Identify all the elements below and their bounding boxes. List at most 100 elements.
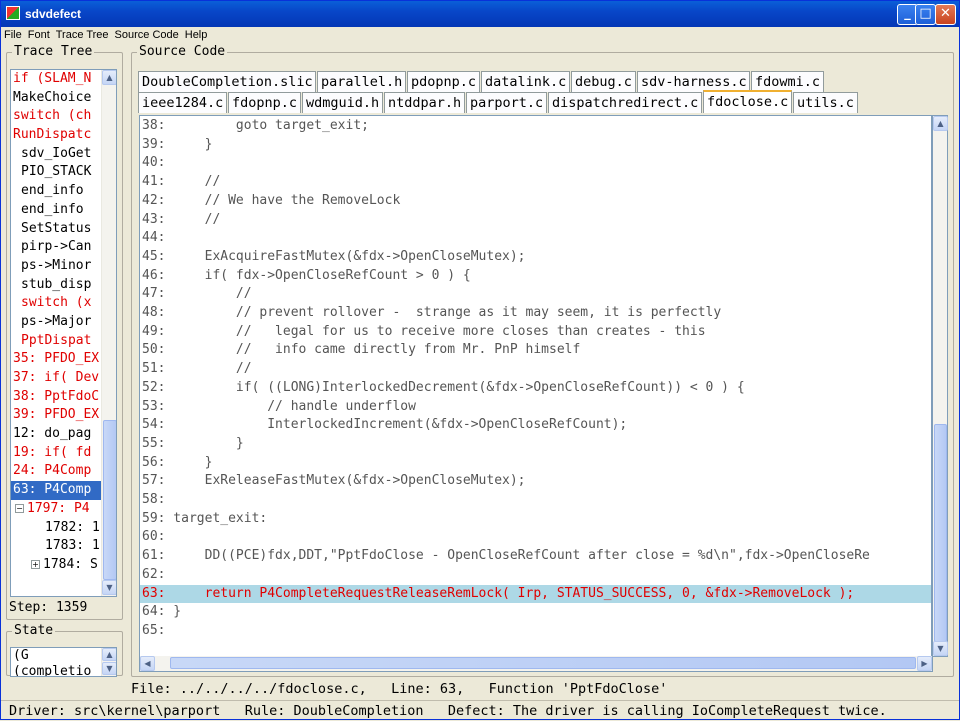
trace-tree-item[interactable]: end_info	[11, 201, 101, 220]
trace-tree-item[interactable]: switch (ch	[11, 107, 101, 126]
trace-tree-item[interactable]: ps->Major	[11, 313, 101, 332]
trace-tree-item[interactable]: switch (x	[11, 294, 101, 313]
trace-tree-list[interactable]: if (SLAM_N MakeChoice switch (ch RunDispatc…	[10, 69, 117, 597]
maximize-icon: □	[919, 6, 932, 21]
scroll-up-icon[interactable]: ▲	[933, 116, 948, 131]
tab-parport-c[interactable]: parport.c	[466, 92, 547, 113]
scroll-left-icon[interactable]: ◀	[140, 656, 155, 671]
code-line: 52: if( ((LONG)InterlockedDecrement(&fdx…	[142, 379, 745, 395]
trace-tree-scrollbar[interactable]: ▲ ▼	[101, 70, 116, 596]
tab-datalink-c[interactable]: datalink.c	[481, 71, 570, 92]
scroll-down-icon[interactable]: ▼	[933, 641, 948, 656]
tab-ieee1284-c[interactable]: ieee1284.c	[138, 92, 227, 113]
title-bar[interactable]: sdvdefect _ □ ✕	[1, 1, 959, 27]
tab-fdopnp-c[interactable]: fdopnp.c	[228, 92, 301, 113]
code-line: 54: InterlockedIncrement(&fdx->OpenClose…	[142, 417, 628, 433]
tab-dispatchredirect-c[interactable]: dispatchredirect.c	[548, 92, 702, 113]
tab-doublecompletion-slic[interactable]: DoubleCompletion.slic	[138, 71, 316, 92]
tab-sdv-harness-c[interactable]: sdv-harness.c	[637, 71, 750, 92]
code-line: 50: // info came directly from Mr. PnP h…	[142, 342, 581, 358]
file-status: File: ../../../../fdoclose.c, Line: 63, …	[131, 681, 668, 697]
trace-tree-item[interactable]: sdv_IoGet	[11, 145, 101, 164]
menu-trace-tree[interactable]: Trace Tree	[53, 27, 112, 43]
code-line: 53: // handle underflow	[142, 398, 416, 414]
trace-tree-subitem[interactable]: −1797: P4	[11, 500, 101, 519]
trace-tree-item[interactable]: 35: PFDO_EX	[11, 350, 101, 369]
app-icon	[6, 6, 20, 20]
tab-fdoclose-c[interactable]: fdoclose.c	[703, 90, 792, 113]
code-line: 40:	[142, 155, 166, 171]
state-scrollbar[interactable]: ▲ ▼	[101, 648, 116, 676]
scroll-right-icon[interactable]: ▶	[917, 656, 932, 671]
tab-pdopnp-c[interactable]: pdopnp.c	[407, 71, 480, 92]
code-line: 61: DD((PCE)fdx,DDT,"PptFdoClose - OpenC…	[142, 548, 870, 564]
trace-tree-subitem-label: 1784: S	[43, 556, 98, 572]
menu-file[interactable]: File	[1, 27, 25, 43]
tab-debug-c[interactable]: debug.c	[571, 71, 636, 92]
trace-tree-subitem[interactable]: 1782: 1	[11, 519, 101, 538]
code-line: 49: // legal for us to receive more clos…	[142, 323, 706, 339]
menu-source-code[interactable]: Source Code	[112, 27, 182, 43]
trace-tree-item[interactable]: if (SLAM_N	[11, 70, 101, 89]
trace-tree-item[interactable]: ps->Minor	[11, 257, 101, 276]
trace-tree-item[interactable]: pirp->Can	[11, 238, 101, 257]
app-window: sdvdefect _ □ ✕ File Font Trace Tree Source…	[0, 0, 960, 720]
trace-tree-item[interactable]: MakeChoice	[11, 89, 101, 108]
trace-tree-item[interactable]: 19: if( fd	[11, 444, 101, 463]
expand-icon[interactable]: +	[31, 559, 40, 569]
code-line: 47: //	[142, 286, 252, 302]
code-line: 38: goto target_exit;	[142, 118, 369, 133]
trace-tree-item[interactable]: PIO_STACK	[11, 163, 101, 182]
tab-utils-c[interactable]: utils.c	[793, 92, 858, 113]
code-line: 55: }	[142, 435, 244, 451]
trace-tree-subitem[interactable]: 1783: 1	[11, 537, 101, 556]
trace-tree-item[interactable]: 38: PptFdoC	[11, 388, 101, 407]
trace-tree-item[interactable]: 37: if( Dev	[11, 369, 101, 388]
tab-ntddpar-h[interactable]: ntddpar.h	[384, 92, 465, 113]
trace-tree-subitem-label: 1782: 1	[45, 519, 100, 535]
code-line: 59: target_exit:	[142, 510, 268, 526]
code-line: 65:	[142, 622, 166, 638]
trace-tree-subitem-label: 1797: P4	[27, 500, 90, 516]
scroll-down-icon[interactable]: ▼	[102, 662, 116, 675]
scroll-up-icon[interactable]: ▲	[102, 70, 116, 85]
code-view[interactable]: 38: goto target_exit; 39: } 40: 41: // 42: /…	[139, 115, 932, 657]
code-hscrollbar[interactable]: ◀ ▶	[139, 656, 933, 672]
code-line: 41: //	[142, 174, 221, 190]
trace-tree-item[interactable]: RunDispatc	[11, 126, 101, 145]
hscroll-thumb[interactable]	[170, 657, 916, 669]
trace-tree-label: Trace Tree	[12, 44, 95, 59]
tab-parallel-h[interactable]: parallel.h	[317, 71, 406, 92]
maximize-button[interactable]: □	[915, 4, 936, 25]
trace-tree-item[interactable]: SetStatus	[11, 220, 101, 239]
trace-tree-item[interactable]: 39: PFDO_EX	[11, 406, 101, 425]
code-line: 60:	[142, 529, 166, 545]
defect-status: Driver: src\kernel\parport Rule: DoubleC…	[1, 700, 959, 720]
trace-tree-item[interactable]: 24: P4Comp	[11, 462, 101, 481]
collapse-icon[interactable]: −	[15, 503, 24, 513]
trace-tree-item[interactable]: stub_disp	[11, 276, 101, 295]
trace-tree-item[interactable]: PptDispat	[11, 332, 101, 351]
code-line: 51: //	[142, 361, 252, 377]
code-line: 58:	[142, 492, 166, 507]
code-line: 62:	[142, 566, 166, 582]
scroll-thumb[interactable]	[103, 420, 116, 580]
trace-tree-item[interactable]: 12: do_pag	[11, 425, 101, 444]
menu-help[interactable]: Help	[182, 27, 211, 43]
tab-fdowmi-c[interactable]: fdowmi.c	[751, 71, 824, 92]
menu-font[interactable]: Font	[25, 27, 53, 43]
state-list[interactable]: (G (completio ▲ ▼	[10, 647, 117, 677]
scroll-up-icon[interactable]: ▲	[102, 648, 116, 661]
minimize-icon: _	[904, 6, 911, 21]
trace-tree-subitem[interactable]: +1784: S	[11, 556, 101, 575]
trace-tree-item[interactable]: end_info	[11, 182, 101, 201]
tab-wdmguid-h[interactable]: wdmguid.h	[302, 92, 383, 113]
window-title: sdvdefect	[25, 7, 82, 21]
code-vscrollbar[interactable]: ▲ ▼	[932, 115, 948, 657]
code-line: 42: // We have the RemoveLock	[142, 192, 401, 208]
trace-tree-item[interactable]: 63: P4Comp	[11, 481, 101, 500]
scroll-down-icon[interactable]: ▼	[102, 580, 116, 595]
close-button[interactable]: ✕	[935, 4, 956, 25]
scroll-thumb[interactable]	[934, 424, 947, 642]
code-line: 44:	[142, 230, 166, 246]
